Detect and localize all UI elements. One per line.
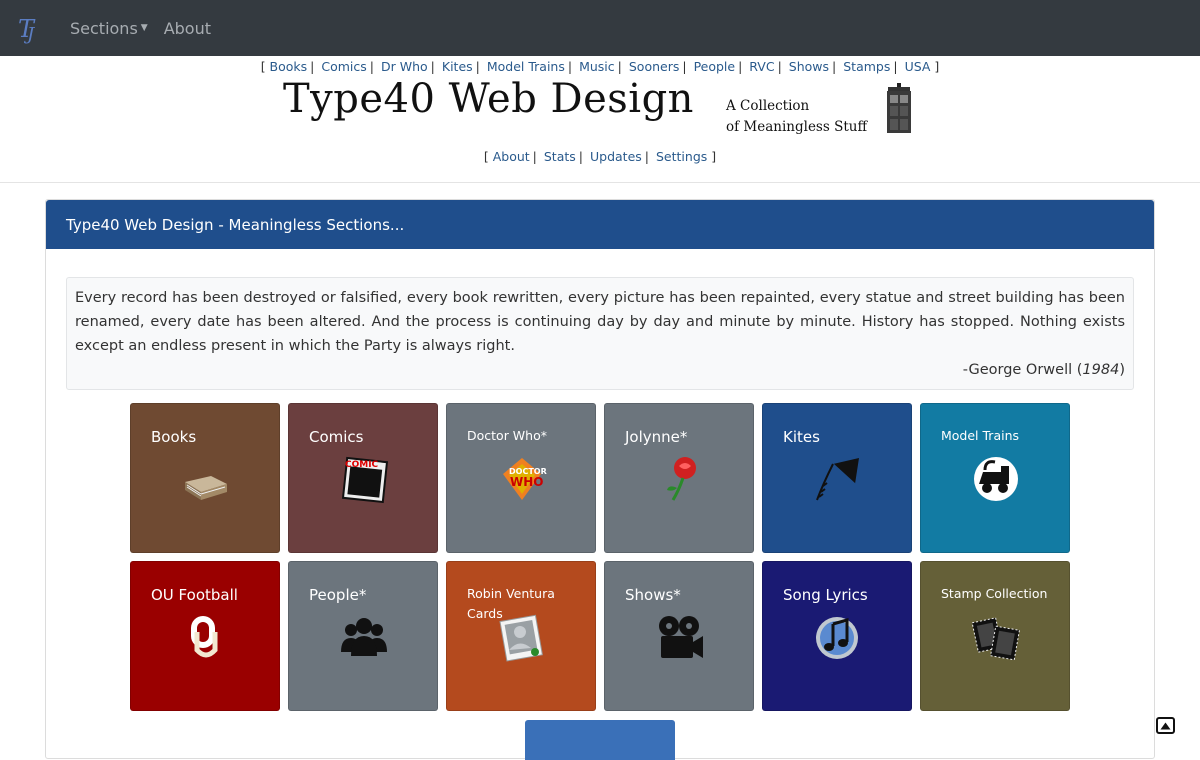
toplink-books[interactable]: Books: [270, 59, 308, 74]
navbar: T J Sections ▼ About: [0, 0, 1200, 56]
quote-attribution: -George Orwell (1984): [962, 362, 1125, 378]
ou-logo-icon: [181, 612, 231, 662]
tile-people[interactable]: People*: [288, 561, 438, 711]
music-note-icon: [813, 612, 863, 662]
tile-stamp-collection[interactable]: Stamp Collection: [920, 561, 1070, 711]
quote-text: Every record has been destroyed or falsi…: [75, 290, 1125, 354]
caret-up-icon: [1160, 722, 1171, 729]
tile-jolynne[interactable]: Jolynne*: [604, 403, 754, 553]
toplink-sooners[interactable]: Sooners: [629, 59, 680, 74]
doctor-who-logo-icon: DOCTOR WHO: [497, 454, 547, 504]
sections-card: Type40 Web Design - Meaningless Sections…: [45, 199, 1155, 760]
tagline-line-2: of Meaningless Stuff: [726, 119, 868, 135]
tile-comics[interactable]: Comics COMIC: [288, 403, 438, 553]
train-icon: [971, 454, 1021, 504]
svg-text:WHO: WHO: [510, 475, 543, 489]
stamp-icon: [971, 612, 1021, 662]
comic-icon: COMIC: [339, 454, 389, 504]
sublink-about[interactable]: About: [493, 149, 530, 164]
nav-sections-dropdown[interactable]: Sections ▼: [70, 19, 148, 38]
tile-kites[interactable]: Kites: [762, 403, 912, 553]
toplink-comics[interactable]: Comics: [321, 59, 366, 74]
book-icon: [181, 454, 231, 504]
caret-down-icon: ▼: [140, 23, 148, 33]
toplink-people[interactable]: People: [694, 59, 736, 74]
rose-icon: [655, 454, 705, 504]
sublink-settings[interactable]: Settings: [656, 149, 707, 164]
tagline-line-1: A Collection: [726, 98, 810, 114]
toplink-rvc[interactable]: RVC: [749, 59, 774, 74]
card-icon: [497, 612, 547, 662]
toplink-stamps[interactable]: Stamps: [843, 59, 890, 74]
scroll-to-top-button[interactable]: [1156, 717, 1175, 734]
tile-shows[interactable]: Shows*: [604, 561, 754, 711]
site-header: [ Books | Comics | Dr Who | Kites | Model Tr…: [0, 56, 1200, 183]
nav-sections-label: Sections: [70, 18, 138, 38]
tile-doctor-who[interactable]: Doctor Who* DOCTOR WHO: [446, 403, 596, 553]
top-section-links: [ Books | Comics | Dr Who | Kites | Model Tr…: [260, 59, 940, 74]
sublink-updates[interactable]: Updates: [590, 149, 642, 164]
tile-song-lyrics[interactable]: Song Lyrics: [762, 561, 912, 711]
site-logo-tagline: A Collection of Meaningless Stuff: [726, 96, 867, 138]
sublink-stats[interactable]: Stats: [544, 149, 576, 164]
type40-logo-icon[interactable]: T J: [16, 11, 46, 45]
toplink-shows[interactable]: Shows: [789, 59, 829, 74]
film-camera-icon: [655, 612, 705, 662]
site-logo-title[interactable]: Type40 Web Design: [283, 76, 694, 122]
toplink-dr-who[interactable]: Dr Who: [381, 59, 428, 74]
toplink-model-trains[interactable]: Model Trains: [487, 59, 565, 74]
kite-icon: [813, 454, 863, 504]
tile-model-trains[interactable]: Model Trains: [920, 403, 1070, 553]
tile-books[interactable]: Books: [130, 403, 280, 553]
svg-text:COMIC: COMIC: [345, 460, 379, 470]
people-icon: [339, 612, 389, 662]
tile-ou-football[interactable]: OU Football: [130, 561, 280, 711]
toplink-kites[interactable]: Kites: [442, 59, 473, 74]
toplink-usa[interactable]: USA: [905, 59, 931, 74]
toplink-music[interactable]: Music: [579, 59, 615, 74]
site-info-links: [ About | Stats | Updates | Settings ]: [483, 149, 717, 164]
nav-about-link[interactable]: About: [164, 19, 211, 38]
more-sections-button[interactable]: [525, 720, 675, 760]
orwell-quote: Every record has been destroyed or falsi…: [66, 277, 1134, 390]
tile-robin-ventura-cards[interactable]: Robin Ventura Cards: [446, 561, 596, 711]
tardis-icon: [885, 83, 913, 137]
card-title: Type40 Web Design - Meaningless Sections…: [46, 200, 1154, 249]
